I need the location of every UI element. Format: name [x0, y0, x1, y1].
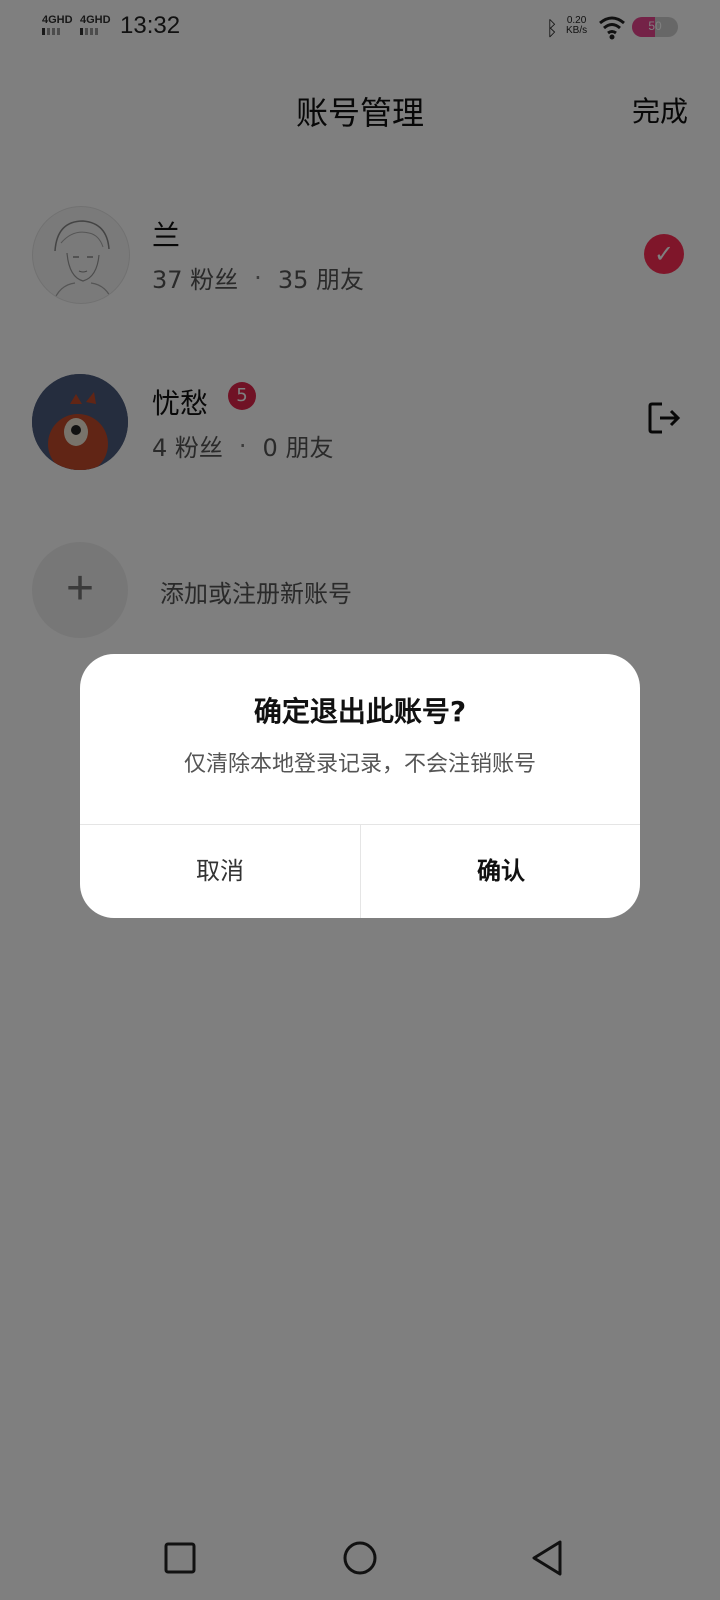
confirm-button[interactable]: 确认 — [361, 825, 640, 918]
dialog-message: 仅清除本地登录记录，不会注销账号 — [183, 752, 536, 777]
cancel-button[interactable]: 取消 — [80, 825, 360, 918]
logout-confirm-dialog: 确定退出此账号? 仅清除本地登录记录，不会注销账号 取消 确认 — [80, 654, 640, 918]
dialog-title: 确定退出此账号? — [253, 695, 467, 728]
